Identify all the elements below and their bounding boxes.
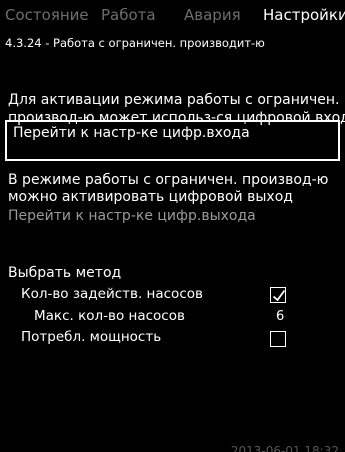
goto-digital-input-label: Перейти к настр-ке цифр.входа [13,125,250,141]
option-power-label: Потребл. мощность [21,329,162,345]
tab-status[interactable]: Состояние [5,6,89,24]
max-pumps-label: Макс. кол-во насосов [34,308,185,324]
option-pumps-label: Кол-во задейств. насосов [21,286,203,302]
goto-digital-input-button[interactable]: Перейти к настр-ке цифр.входа [5,120,340,161]
option-pumps-checkbox[interactable] [270,287,286,303]
info2-text-line-2: можно активировать цифровой выход [8,189,293,205]
tab-operation[interactable]: Работа [101,6,156,24]
checkmark-icon [272,289,286,302]
goto-digital-output-link[interactable]: Перейти к настр-ке цифр.выхода [8,206,256,226]
tab-settings[interactable]: Настройки [263,6,345,24]
option-power-checkbox[interactable] [270,331,286,347]
info-text-line-1: Для активации режима работы с ограничен. [8,92,340,108]
controller-screen: Состояние Работа Авария Настройки 4.3.24… [0,0,345,452]
datetime-display: 2013-06-01 18:32 [230,444,339,452]
menu-title: 4.3.24 - Работа с ограничен. производит-… [5,36,265,50]
method-heading: Выбрать метод [8,265,122,281]
tab-alarm[interactable]: Авария [184,6,241,24]
tab-bar: Состояние Работа Авария Настройки [0,0,345,36]
max-pumps-value[interactable]: 6 [276,309,284,324]
